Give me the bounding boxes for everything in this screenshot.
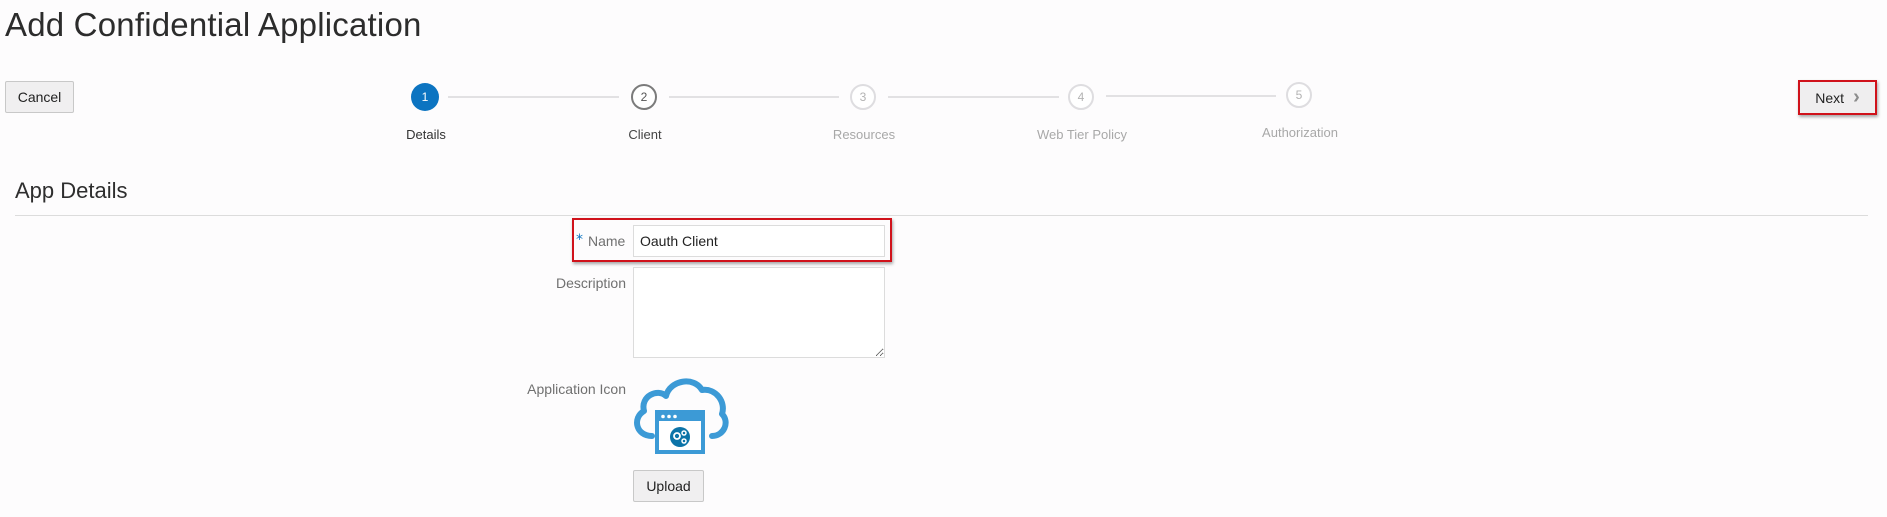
step-2-circle[interactable]: 2: [631, 84, 657, 110]
step-1-circle[interactable]: 1: [411, 83, 439, 111]
upload-button[interactable]: Upload: [633, 470, 704, 502]
name-required-marker: *: [576, 232, 583, 248]
step-5-circle: 5: [1286, 82, 1312, 108]
name-input[interactable]: [633, 225, 885, 257]
train-connector: [448, 96, 619, 98]
chevron-right-icon: ›: [1853, 85, 1860, 108]
train-connector: [669, 96, 839, 98]
next-button-label: Next: [1815, 89, 1845, 106]
step-5-label: Authorization: [1262, 125, 1338, 140]
next-button[interactable]: Next ›: [1800, 82, 1875, 113]
step-2-label[interactable]: Client: [628, 127, 661, 142]
page-title: Add Confidential Application: [5, 6, 422, 43]
section-title: App Details: [15, 178, 128, 203]
cancel-button[interactable]: Cancel: [5, 81, 74, 113]
description-textarea[interactable]: [633, 267, 885, 358]
application-icon-label: Application Icon: [527, 381, 626, 397]
step-4-label: Web Tier Policy: [1036, 127, 1128, 142]
description-label: Description: [555, 275, 626, 291]
section-divider: [15, 215, 1868, 216]
cloud-application-gear-icon: [630, 374, 730, 458]
step-4-circle: 4: [1068, 84, 1094, 110]
train-connector: [1106, 95, 1276, 97]
step-3-label: Resources: [832, 127, 896, 142]
step-1-label[interactable]: Details: [406, 127, 446, 142]
step-3-circle: 3: [850, 84, 876, 110]
name-label: Name: [588, 233, 626, 249]
train-connector: [888, 96, 1059, 98]
